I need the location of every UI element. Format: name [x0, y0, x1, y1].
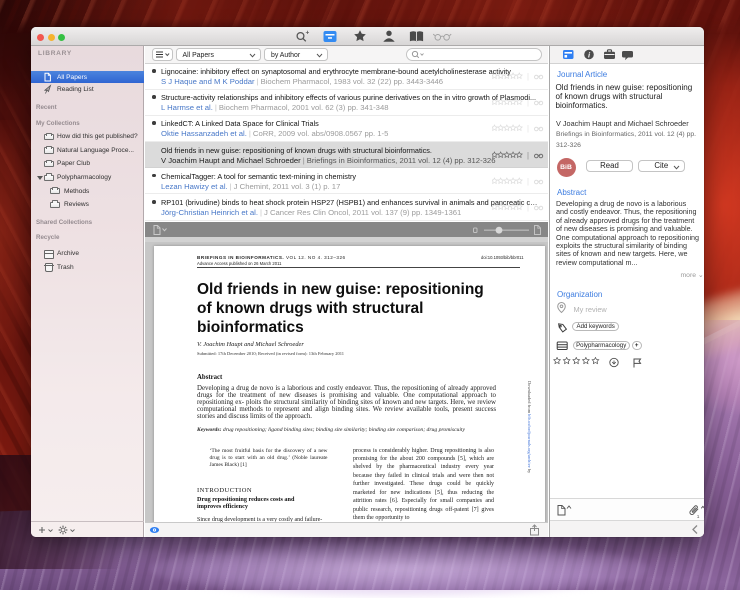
svg-text:1: 1 [696, 513, 699, 519]
svg-text:+: + [306, 30, 310, 37]
